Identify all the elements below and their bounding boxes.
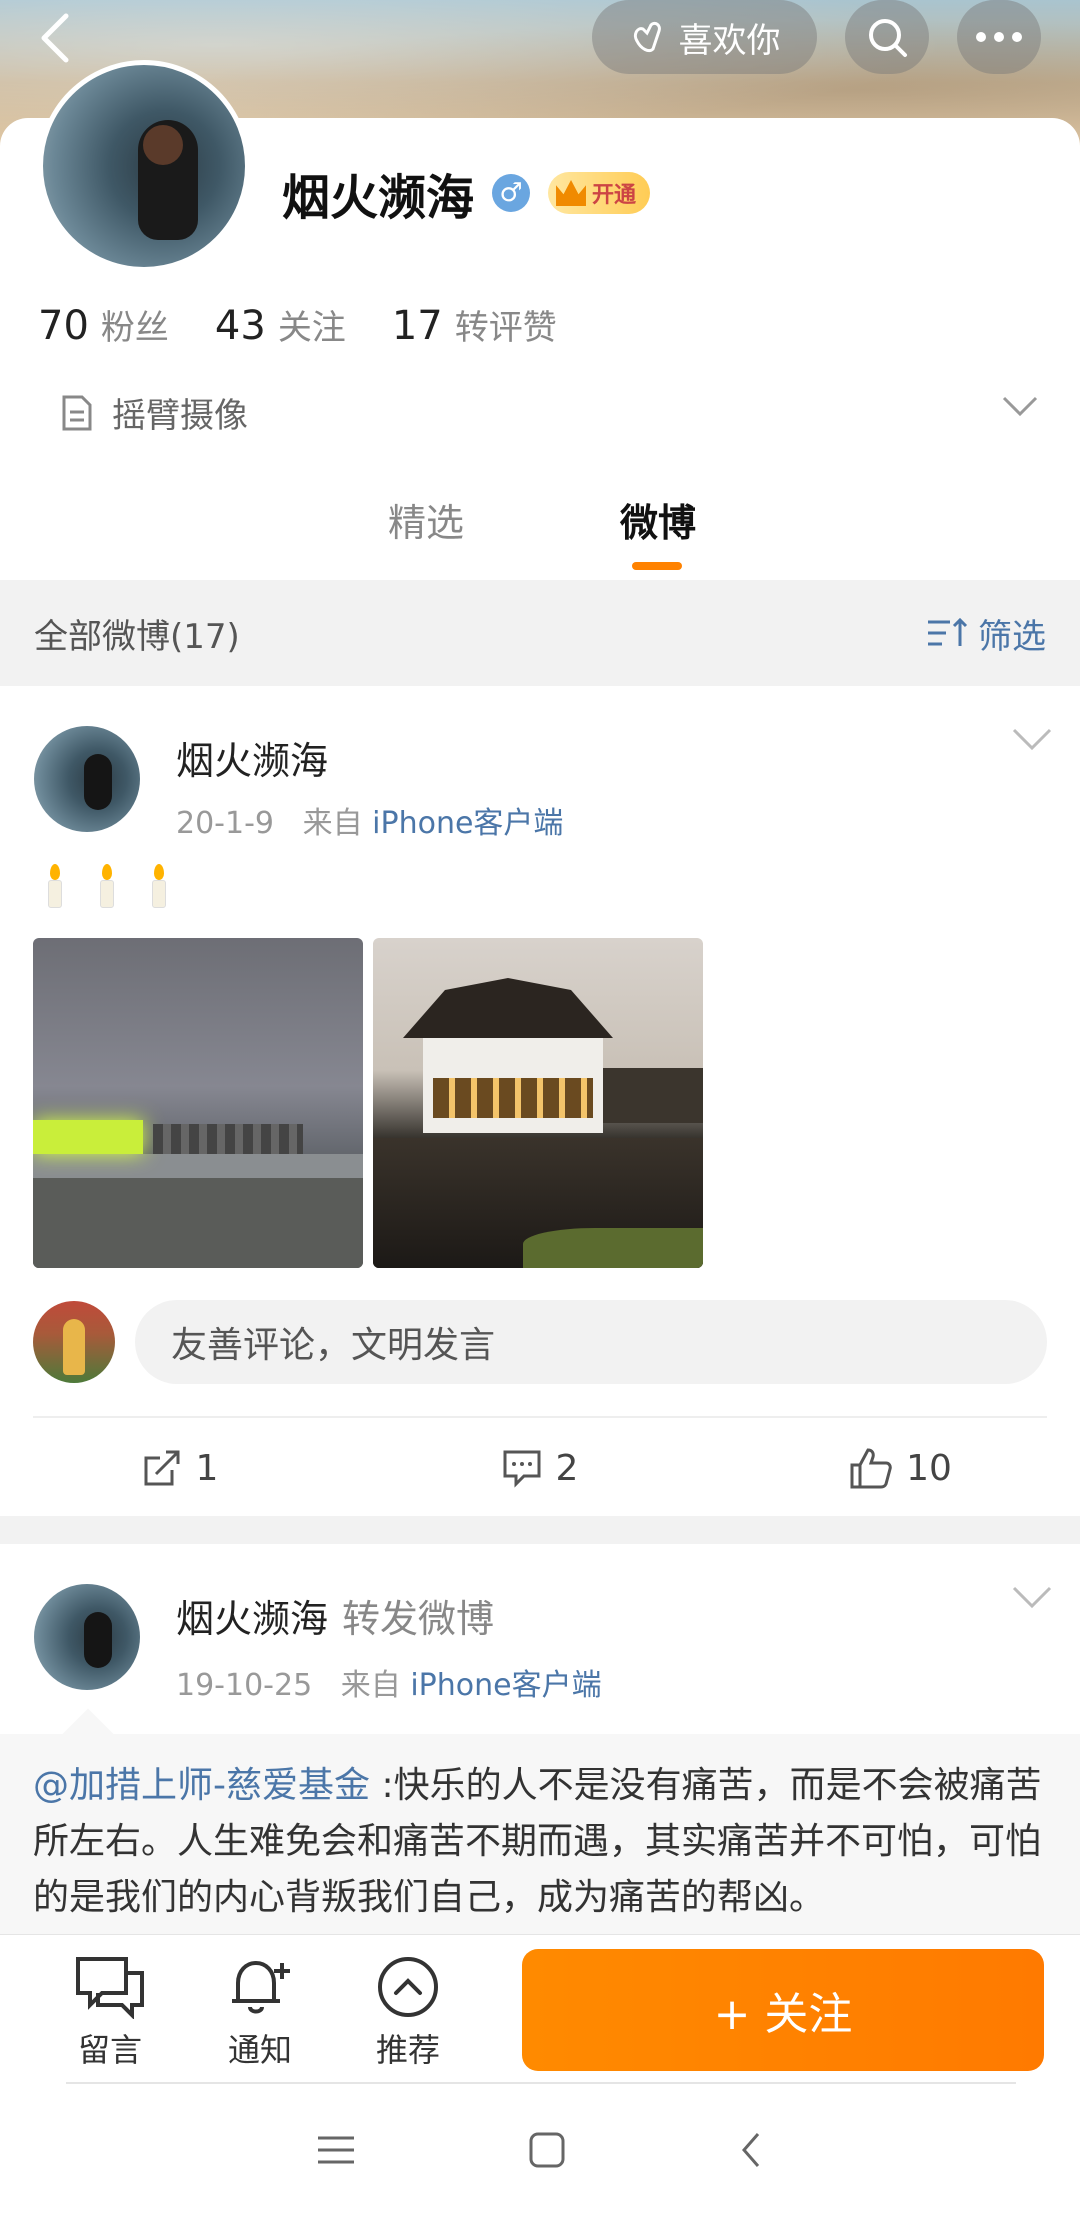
mention-link[interactable]: @加措上师-慈爱基金 [33,1765,370,1806]
post-image[interactable] [373,938,703,1268]
comment-count: 2 [555,1447,579,1489]
post-author-row: 烟火濒海 转发微博 [176,1588,494,1643]
like-count: 10 [906,1447,952,1489]
search-button[interactable] [845,0,929,74]
chevron-down-icon[interactable] [1012,1586,1052,1610]
bio-row[interactable]: 摇臂摄像 [60,388,1040,437]
post-source[interactable]: iPhone客户端 [410,1668,601,1703]
divider [33,1416,1047,1418]
profile-page: 喜欢你 烟火濒海 ♂ 开通 70 粉丝 43 关注 17 转评赞 摇臂摄像 精选… [0,0,1080,2215]
post-date: 20-1-9 [176,806,274,841]
follow-button[interactable]: + 关注 [522,1949,1044,2071]
avatar[interactable] [34,726,140,832]
bottom-action-bar: 留言 通知 推荐 + 关注 [0,1934,1080,2082]
post-author[interactable]: 烟火濒海 [176,1597,328,1641]
notify-label: 通知 [227,2031,292,2069]
repost-button[interactable]: 1 [0,1420,360,1516]
comment-row: 友善评论，文明发言 [33,1300,1047,1384]
candle-emojis [44,864,170,908]
filter-button[interactable]: 筛选 [926,609,1046,658]
stat-fans-label: 粉丝 [100,308,169,348]
avatar [33,1301,115,1383]
filter-bar: 全部微博(17) 筛选 [0,580,1080,686]
candle-icon [148,864,170,908]
heart-hand-icon [633,21,661,53]
comment-input[interactable]: 友善评论，文明发言 [135,1300,1047,1384]
candle-icon [44,864,66,908]
profile-avatar[interactable] [38,60,250,272]
weibo-post: 烟火濒海 20-1-9 来自 iPhone客户端 友善评论，文明发言 1 2 1… [0,686,1080,1516]
like-you-button[interactable]: 喜欢你 [592,0,817,74]
profile-username: 烟火濒海 [282,170,475,226]
message-button[interactable]: 留言 [55,1955,165,2071]
back-nav-icon[interactable] [736,2130,766,2170]
tab-featured[interactable]: 精选 [388,492,464,547]
notify-button[interactable]: 通知 [205,1955,315,2071]
recommend-icon [378,1957,438,2017]
profile-name-row: 烟火濒海 ♂ 开通 [282,158,651,228]
candle-icon [96,864,118,908]
male-icon: ♂ [492,174,531,212]
like-button[interactable]: 10 [720,1420,1080,1516]
stat-following-label: 关注 [277,308,346,348]
post-author[interactable]: 烟火濒海 [176,730,328,785]
bio-text: 摇臂摄像 [112,396,248,436]
repost-tag: 转发微博 [342,1597,495,1641]
chevron-down-icon[interactable] [1012,728,1052,752]
all-weibo-label[interactable]: 全部微博(17) [34,609,240,658]
like-you-label: 喜欢你 [678,20,781,61]
stat-following[interactable]: 43 关注 [215,300,346,349]
bell-icon [232,1960,290,2014]
comment-icon [503,1450,541,1488]
filter-label: 筛选 [978,616,1046,657]
post-date: 19-10-25 [176,1668,313,1703]
stat-fans-num: 70 [38,303,89,349]
stat-fans[interactable]: 70 粉丝 [38,300,169,349]
repost-count: 1 [195,1447,219,1489]
section-gap [0,1516,1080,1544]
repost-icon [144,1450,180,1486]
vip-badge[interactable]: 开通 [548,172,651,214]
profile-stats: 70 粉丝 43 关注 17 转评赞 [38,300,557,349]
avatar[interactable] [34,1584,140,1690]
stat-interactions[interactable]: 17 转评赞 [392,300,557,349]
profile-tabs: 精选 微博 [0,492,1080,582]
crown-icon [556,180,587,206]
stat-interactions-label: 转评赞 [454,308,557,348]
tab-weibo[interactable]: 微博 [620,492,696,547]
post-meta: 19-10-25 来自 iPhone客户端 [176,1660,602,1704]
system-nav-bar [0,2084,1080,2215]
post-actions: 1 2 10 [0,1420,1080,1516]
post-image[interactable] [33,938,363,1268]
recommend-button[interactable]: 推荐 [353,1955,463,2071]
stat-interactions-num: 17 [391,303,443,349]
back-button[interactable] [28,8,88,68]
post-from-label: 来自 [340,1668,401,1703]
back-arrow-icon [41,13,69,63]
post-from-label: 来自 [302,806,363,841]
post-meta: 20-1-9 来自 iPhone客户端 [176,798,563,842]
more-icon [976,32,1022,42]
stat-following-num: 43 [214,303,266,349]
message-label: 留言 [77,2031,142,2069]
search-icon [869,19,907,57]
document-icon [62,395,92,430]
menu-icon[interactable] [314,2132,358,2168]
post-source[interactable]: iPhone客户端 [372,806,563,841]
more-button[interactable] [957,0,1041,74]
filter-icon [928,617,968,646]
repost-quote-text: @加措上师-慈爱基金 :快乐的人不是没有痛苦，而是不会被痛苦所左右。人生难免会和… [33,1758,1053,1926]
vip-label: 开通 [592,183,637,208]
chevron-down-icon[interactable] [1000,394,1040,418]
tab-active-indicator [632,562,682,570]
message-icon [76,1957,144,2019]
like-icon [850,1448,892,1489]
home-icon[interactable] [527,2130,567,2170]
comment-button[interactable]: 2 [360,1420,720,1516]
recommend-label: 推荐 [375,2031,440,2069]
